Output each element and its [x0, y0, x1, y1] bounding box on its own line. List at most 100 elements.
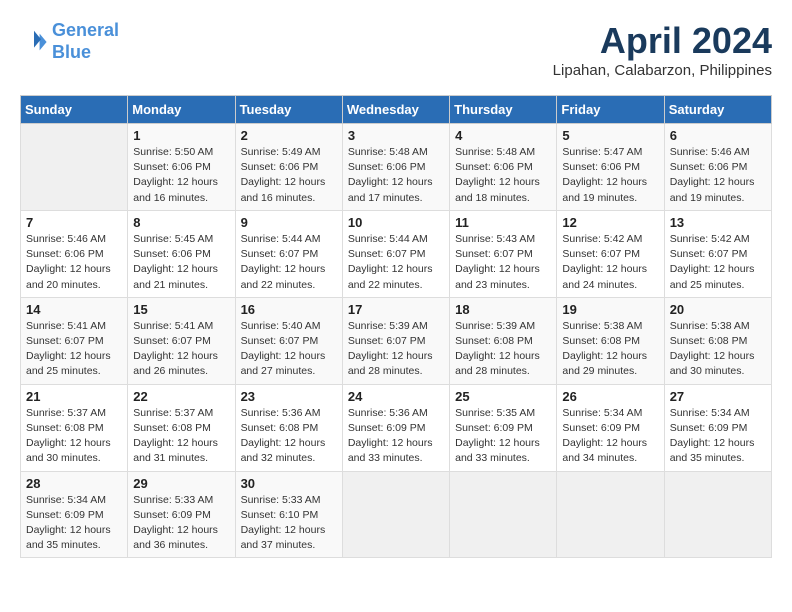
- day-number: 23: [241, 389, 337, 404]
- day-info: Sunrise: 5:36 AMSunset: 6:08 PMDaylight:…: [241, 406, 337, 467]
- calendar-cell: 2 Sunrise: 5:49 AMSunset: 6:06 PMDaylight…: [235, 124, 342, 211]
- logo-text: General Blue: [52, 20, 119, 63]
- calendar-cell: 13 Sunrise: 5:42 AMSunset: 6:07 PMDayligh…: [664, 210, 771, 297]
- calendar-cell: 26Sunrise: 5:34 AMSunset: 6:09 PMDayligh…: [557, 384, 664, 471]
- header-friday: Friday: [557, 96, 664, 124]
- calendar-cell: 27 Sunrise: 5:34 AMSunset: 6:09 PMDayligh…: [664, 384, 771, 471]
- day-number: 30: [241, 476, 337, 491]
- day-number: 17: [348, 302, 444, 317]
- header-thursday: Thursday: [450, 96, 557, 124]
- day-info: Sunrise: 5:46 AMSunset: 6:06 PMDaylight:…: [670, 145, 766, 206]
- day-number: 4: [455, 128, 551, 143]
- day-number: 18: [455, 302, 551, 317]
- day-info: Sunrise: 5:47 AMSunset: 6:06 PMDaylight:…: [562, 145, 658, 206]
- logo-icon: [20, 28, 48, 56]
- day-number: 3: [348, 128, 444, 143]
- calendar-cell: 5 Sunrise: 5:47 AMSunset: 6:06 PMDaylight…: [557, 124, 664, 211]
- day-number: 20: [670, 302, 766, 317]
- day-number: 27: [670, 389, 766, 404]
- calendar-cell: 28 Sunrise: 5:34 AMSunset: 6:09 PMDayligh…: [21, 471, 128, 558]
- day-info: Sunrise: 5:43 AMSunset: 6:07 PMDaylight:…: [455, 232, 551, 293]
- day-info: Sunrise: 5:44 AMSunset: 6:07 PMDaylight:…: [348, 232, 444, 293]
- header-sunday: Sunday: [21, 96, 128, 124]
- day-info: Sunrise: 5:39 AMSunset: 6:08 PMDaylight:…: [455, 319, 551, 380]
- day-info: Sunrise: 5:42 AMSunset: 6:07 PMDaylight:…: [562, 232, 658, 293]
- day-number: 1: [133, 128, 229, 143]
- calendar-cell: 24 Sunrise: 5:36 AMSunset: 6:09 PMDayligh…: [342, 384, 449, 471]
- calendar-cell: 6 Sunrise: 5:46 AMSunset: 6:06 PMDaylight…: [664, 124, 771, 211]
- calendar-cell: 25 Sunrise: 5:35 AMSunset: 6:09 PMDayligh…: [450, 384, 557, 471]
- header-wednesday: Wednesday: [342, 96, 449, 124]
- day-number: 5: [562, 128, 658, 143]
- calendar-cell: [557, 471, 664, 558]
- day-info: Sunrise: 5:36 AMSunset: 6:09 PMDaylight:…: [348, 406, 444, 467]
- calendar-header-row: SundayMondayTuesdayWednesdayThursdayFrid…: [21, 96, 772, 124]
- day-number: 14: [26, 302, 122, 317]
- day-number: 21: [26, 389, 122, 404]
- header-tuesday: Tuesday: [235, 96, 342, 124]
- page-header: General Blue April 2024 Lipahan, Calabar…: [20, 20, 772, 79]
- day-info: Sunrise: 5:38 AMSunset: 6:08 PMDaylight:…: [562, 319, 658, 380]
- day-number: 8: [133, 215, 229, 230]
- day-info: Sunrise: 5:33 AMSunset: 6:10 PMDaylight:…: [241, 493, 337, 554]
- day-info: Sunrise: 5:42 AMSunset: 6:07 PMDaylight:…: [670, 232, 766, 293]
- day-info: Sunrise: 5:34 AMSunset: 6:09 PMDaylight:…: [26, 493, 122, 554]
- day-info: Sunrise: 5:33 AMSunset: 6:09 PMDaylight:…: [133, 493, 229, 554]
- day-number: 2: [241, 128, 337, 143]
- week-row-2: 7 Sunrise: 5:46 AMSunset: 6:06 PMDaylight…: [21, 210, 772, 297]
- calendar-cell: 21 Sunrise: 5:37 AMSunset: 6:08 PMDayligh…: [21, 384, 128, 471]
- day-number: 29: [133, 476, 229, 491]
- day-info: Sunrise: 5:48 AMSunset: 6:06 PMDaylight:…: [455, 145, 551, 206]
- title-block: April 2024 Lipahan, Calabarzon, Philippi…: [553, 20, 772, 79]
- calendar-cell: [21, 124, 128, 211]
- day-number: 10: [348, 215, 444, 230]
- day-number: 15: [133, 302, 229, 317]
- day-info: Sunrise: 5:38 AMSunset: 6:08 PMDaylight:…: [670, 319, 766, 380]
- day-number: 25: [455, 389, 551, 404]
- day-info: Sunrise: 5:34 AMSunset: 6:09 PMDaylight:…: [562, 406, 658, 467]
- calendar-cell: 7 Sunrise: 5:46 AMSunset: 6:06 PMDaylight…: [21, 210, 128, 297]
- day-info: Sunrise: 5:34 AMSunset: 6:09 PMDaylight:…: [670, 406, 766, 467]
- calendar-cell: 29 Sunrise: 5:33 AMSunset: 6:09 PMDayligh…: [128, 471, 235, 558]
- week-row-1: 1Sunrise: 5:50 AMSunset: 6:06 PMDaylight…: [21, 124, 772, 211]
- calendar-cell: 19 Sunrise: 5:38 AMSunset: 6:08 PMDayligh…: [557, 297, 664, 384]
- calendar-table: SundayMondayTuesdayWednesdayThursdayFrid…: [20, 95, 772, 558]
- calendar-cell: 10 Sunrise: 5:44 AMSunset: 6:07 PMDayligh…: [342, 210, 449, 297]
- calendar-cell: 4 Sunrise: 5:48 AMSunset: 6:06 PMDaylight…: [450, 124, 557, 211]
- calendar-cell: 14 Sunrise: 5:41 AMSunset: 6:07 PMDayligh…: [21, 297, 128, 384]
- day-info: Sunrise: 5:49 AMSunset: 6:06 PMDaylight:…: [241, 145, 337, 206]
- calendar-cell: 12 Sunrise: 5:42 AMSunset: 6:07 PMDayligh…: [557, 210, 664, 297]
- calendar-cell: 18 Sunrise: 5:39 AMSunset: 6:08 PMDayligh…: [450, 297, 557, 384]
- day-number: 11: [455, 215, 551, 230]
- day-info: Sunrise: 5:45 AMSunset: 6:06 PMDaylight:…: [133, 232, 229, 293]
- calendar-cell: 3 Sunrise: 5:48 AMSunset: 6:06 PMDaylight…: [342, 124, 449, 211]
- day-number: 6: [670, 128, 766, 143]
- day-info: Sunrise: 5:35 AMSunset: 6:09 PMDaylight:…: [455, 406, 551, 467]
- day-info: Sunrise: 5:41 AMSunset: 6:07 PMDaylight:…: [26, 319, 122, 380]
- calendar-cell: 23 Sunrise: 5:36 AMSunset: 6:08 PMDayligh…: [235, 384, 342, 471]
- day-info: Sunrise: 5:48 AMSunset: 6:06 PMDaylight:…: [348, 145, 444, 206]
- day-number: 22: [133, 389, 229, 404]
- day-number: 7: [26, 215, 122, 230]
- header-monday: Monday: [128, 96, 235, 124]
- day-number: 13: [670, 215, 766, 230]
- calendar-cell: [664, 471, 771, 558]
- day-number: 19: [562, 302, 658, 317]
- day-number: 12: [562, 215, 658, 230]
- calendar-cell: 30 Sunrise: 5:33 AMSunset: 6:10 PMDayligh…: [235, 471, 342, 558]
- week-row-5: 28 Sunrise: 5:34 AMSunset: 6:09 PMDayligh…: [21, 471, 772, 558]
- calendar-cell: 20 Sunrise: 5:38 AMSunset: 6:08 PMDayligh…: [664, 297, 771, 384]
- calendar-cell: 16Sunrise: 5:40 AMSunset: 6:07 PMDayligh…: [235, 297, 342, 384]
- calendar-cell: 11 Sunrise: 5:43 AMSunset: 6:07 PMDayligh…: [450, 210, 557, 297]
- day-info: Sunrise: 5:39 AMSunset: 6:07 PMDaylight:…: [348, 319, 444, 380]
- logo-general: General: [52, 20, 119, 40]
- header-saturday: Saturday: [664, 96, 771, 124]
- calendar-cell: 22Sunrise: 5:37 AMSunset: 6:08 PMDayligh…: [128, 384, 235, 471]
- calendar-cell: 9Sunrise: 5:44 AMSunset: 6:07 PMDaylight…: [235, 210, 342, 297]
- day-info: Sunrise: 5:46 AMSunset: 6:06 PMDaylight:…: [26, 232, 122, 293]
- calendar-cell: [450, 471, 557, 558]
- day-number: 16: [241, 302, 337, 317]
- day-number: 24: [348, 389, 444, 404]
- day-info: Sunrise: 5:37 AMSunset: 6:08 PMDaylight:…: [26, 406, 122, 467]
- day-number: 28: [26, 476, 122, 491]
